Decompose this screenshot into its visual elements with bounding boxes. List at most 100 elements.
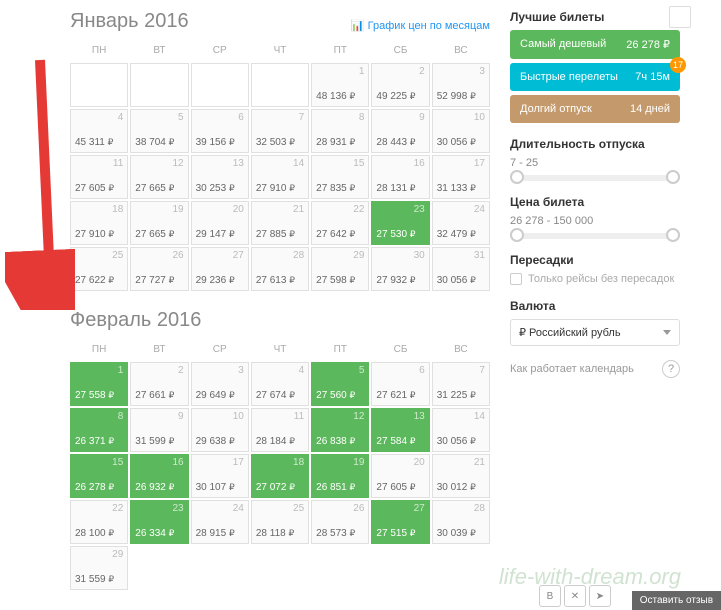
day-cell[interactable]: 1730 107 ₽	[191, 454, 249, 498]
day-cell[interactable]: 1526 278 ₽	[70, 454, 128, 498]
day-cell[interactable]: 1226 838 ₽	[311, 408, 369, 452]
day-number: 5	[359, 365, 365, 376]
day-cell[interactable]: 1827 072 ₽	[251, 454, 309, 498]
day-cell[interactable]: 1527 835 ₽	[311, 155, 369, 199]
help-icon[interactable]: ?	[662, 360, 680, 378]
weekday-label: ВС	[432, 340, 490, 359]
day-cell[interactable]: 2428 915 ₽	[191, 500, 249, 544]
day-cell[interactable]: 445 311 ₽	[70, 109, 128, 153]
social-vk-icon[interactable]: B	[539, 585, 561, 607]
day-cell[interactable]: 1926 851 ₽	[311, 454, 369, 498]
day-cell[interactable]: 1626 932 ₽	[130, 454, 188, 498]
day-number: 23	[414, 204, 425, 215]
day-cell[interactable]: 627 621 ₽	[371, 362, 429, 406]
chevron-down-icon	[663, 330, 671, 335]
day-cell[interactable]: 2729 236 ₽	[191, 247, 249, 291]
day-cell[interactable]: 2931 559 ₽	[70, 546, 128, 590]
day-cell[interactable]: 2628 573 ₽	[311, 500, 369, 544]
day-cell[interactable]: 2029 147 ₽	[191, 201, 249, 245]
day-cell[interactable]: 2326 334 ₽	[130, 500, 188, 544]
weekday-label: ПН	[70, 340, 128, 359]
day-cell[interactable]: 527 560 ₽	[311, 362, 369, 406]
day-number: 9	[178, 411, 184, 422]
social-share-icon[interactable]: ➤	[589, 585, 611, 607]
day-price: 26 932 ₽	[135, 482, 174, 493]
day-cell[interactable]: 731 225 ₽	[432, 362, 490, 406]
day-cell[interactable]: 1427 910 ₽	[251, 155, 309, 199]
day-cell[interactable]: 2027 605 ₽	[371, 454, 429, 498]
day-cell[interactable]: 249 225 ₽	[371, 63, 429, 107]
day-cell[interactable]: 1327 584 ₽	[371, 408, 429, 452]
day-cell[interactable]: 928 443 ₽	[371, 109, 429, 153]
day-cell[interactable]: 828 931 ₽	[311, 109, 369, 153]
weekday-label: СБ	[371, 41, 429, 60]
day-cell[interactable]: 2527 622 ₽	[70, 247, 128, 291]
day-cell[interactable]: 1628 131 ₽	[371, 155, 429, 199]
day-cell[interactable]: 2528 118 ₽	[251, 500, 309, 544]
slider-handle-min[interactable]	[510, 170, 524, 184]
day-cell[interactable]: 352 998 ₽	[432, 63, 490, 107]
day-cell[interactable]: 2627 727 ₽	[130, 247, 188, 291]
day-cell[interactable]: 2327 530 ₽	[371, 201, 429, 245]
day-cell[interactable]: 148 136 ₽	[311, 63, 369, 107]
day-number: 12	[353, 411, 364, 422]
day-cell[interactable]: 1227 665 ₽	[130, 155, 188, 199]
day-cell[interactable]: 1827 910 ₽	[70, 201, 128, 245]
day-cell[interactable]: 3130 056 ₽	[432, 247, 490, 291]
day-cell[interactable]: 329 649 ₽	[191, 362, 249, 406]
day-number: 15	[112, 457, 123, 468]
feedback-button[interactable]: Оставить отзыв	[632, 591, 721, 610]
duration-slider[interactable]	[510, 175, 680, 181]
cheapest-ticket-button[interactable]: Самый дешевый 26 278 ₽	[510, 30, 680, 59]
day-cell[interactable]: 2927 598 ₽	[311, 247, 369, 291]
day-cell[interactable]: 538 704 ₽	[130, 109, 188, 153]
day-price: 26 851 ₽	[316, 482, 355, 493]
day-cell[interactable]: 1430 056 ₽	[432, 408, 490, 452]
day-cell[interactable]: 2827 613 ₽	[251, 247, 309, 291]
day-cell[interactable]: 2227 642 ₽	[311, 201, 369, 245]
day-cell[interactable]: 639 156 ₽	[191, 109, 249, 153]
day-cell[interactable]: 2127 885 ₽	[251, 201, 309, 245]
slider-handle-max[interactable]	[666, 170, 680, 184]
day-cell[interactable]: 2130 012 ₽	[432, 454, 490, 498]
social-twitter-icon[interactable]: ✕	[564, 585, 586, 607]
day-cell[interactable]: 1927 665 ₽	[130, 201, 188, 245]
day-cell[interactable]: 826 371 ₽	[70, 408, 128, 452]
slider-handle-max[interactable]	[666, 228, 680, 242]
day-cell[interactable]: 3027 932 ₽	[371, 247, 429, 291]
day-empty	[251, 63, 309, 107]
weekday-label: ЧТ	[251, 340, 309, 359]
day-cell[interactable]: 227 661 ₽	[130, 362, 188, 406]
day-cell[interactable]: 1731 133 ₽	[432, 155, 490, 199]
day-cell[interactable]: 127 558 ₽	[70, 362, 128, 406]
longest-ticket-button[interactable]: Долгий отпуск 14 дней	[510, 95, 680, 123]
direct-only-row[interactable]: Только рейсы без пересадок	[510, 273, 680, 285]
day-cell[interactable]: 2830 039 ₽	[432, 500, 490, 544]
top-square-button[interactable]	[669, 6, 691, 28]
slider-handle-min[interactable]	[510, 228, 524, 242]
day-price: 27 910 ₽	[256, 183, 295, 194]
day-cell[interactable]: 1030 056 ₽	[432, 109, 490, 153]
chart-link[interactable]: 📊 График цен по месяцам	[351, 19, 490, 32]
day-cell[interactable]: 1127 605 ₽	[70, 155, 128, 199]
weekday-label: ЧТ	[251, 41, 309, 60]
weekday-label: ПТ	[311, 41, 369, 60]
day-number: 24	[233, 503, 244, 514]
day-price: 27 674 ₽	[256, 390, 295, 401]
day-number: 8	[118, 411, 124, 422]
day-price: 30 056 ₽	[437, 436, 476, 447]
day-cell[interactable]: 2432 479 ₽	[432, 201, 490, 245]
day-cell[interactable]: 427 674 ₽	[251, 362, 309, 406]
day-number: 16	[414, 158, 425, 169]
day-cell[interactable]: 931 599 ₽	[130, 408, 188, 452]
day-cell[interactable]: 1330 253 ₽	[191, 155, 249, 199]
day-cell[interactable]: 2727 515 ₽	[371, 500, 429, 544]
day-cell[interactable]: 2228 100 ₽	[70, 500, 128, 544]
direct-only-checkbox[interactable]	[510, 273, 522, 285]
fastest-ticket-button[interactable]: Быстрые перелеты 7ч 15м 17	[510, 63, 680, 91]
currency-select[interactable]: ₽ Российский рубль	[510, 319, 680, 346]
price-slider[interactable]	[510, 233, 680, 239]
day-cell[interactable]: 1029 638 ₽	[191, 408, 249, 452]
day-cell[interactable]: 732 503 ₽	[251, 109, 309, 153]
day-cell[interactable]: 1128 184 ₽	[251, 408, 309, 452]
